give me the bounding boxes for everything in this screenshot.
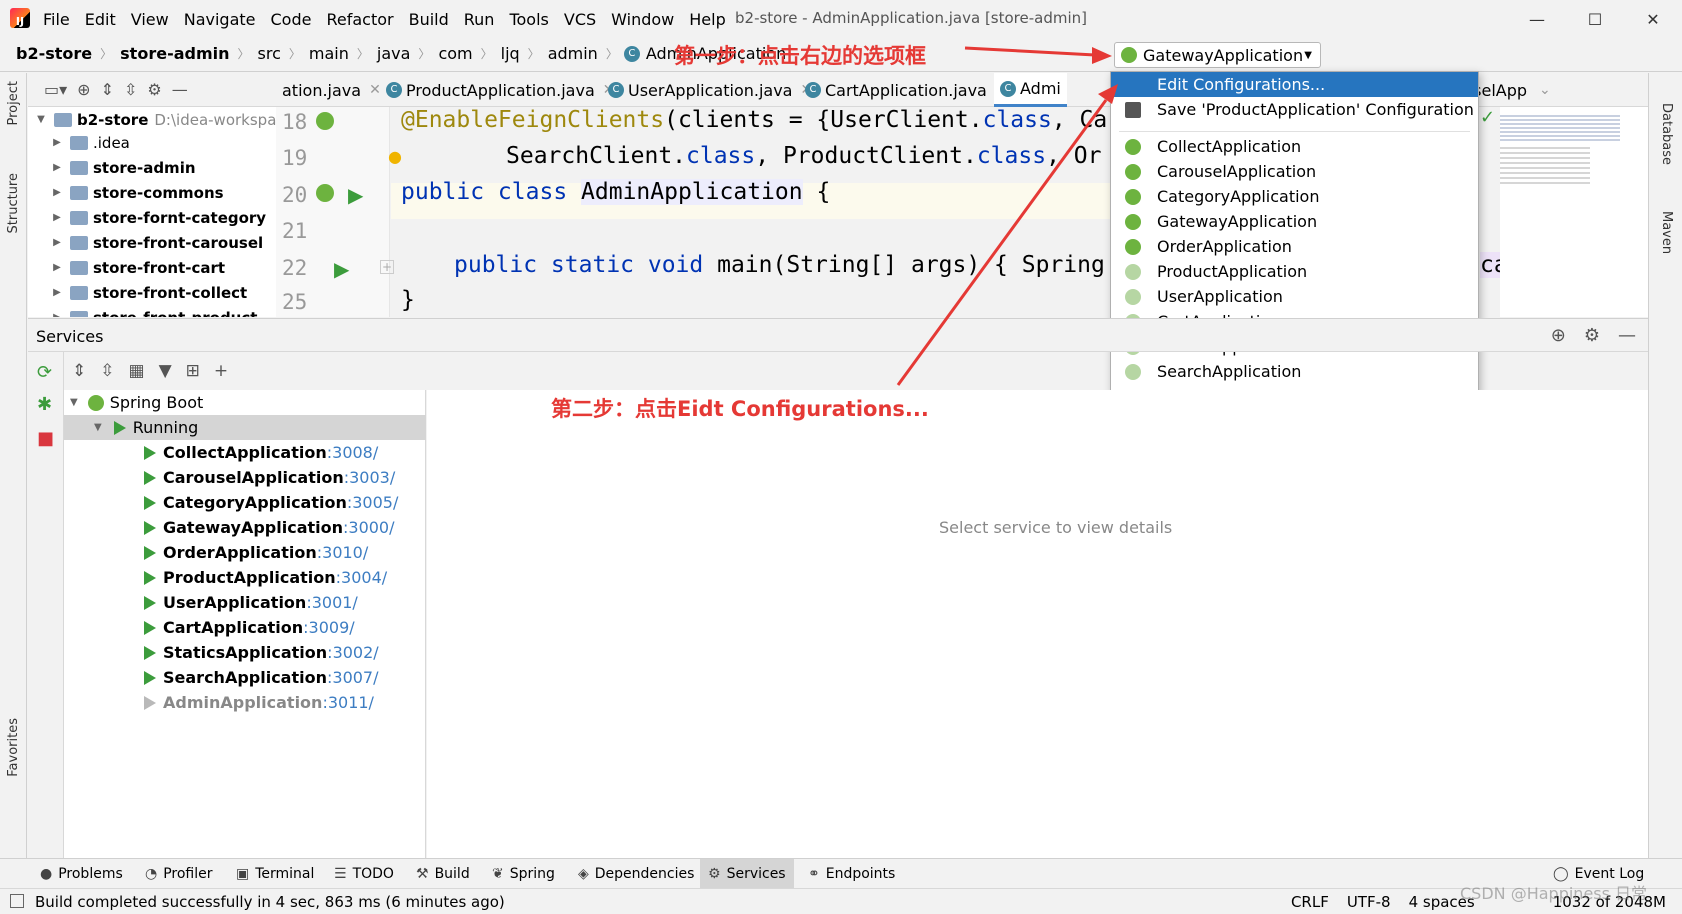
endpoints-icon: ⚭ <box>808 866 820 882</box>
tab-label: Build <box>434 866 470 882</box>
tab-terminal[interactable]: ▣ Terminal <box>236 859 314 889</box>
tab-profiler[interactable]: ◔ Profiler <box>145 859 213 889</box>
tab-build[interactable]: ⚒ Build <box>416 859 470 889</box>
arrow-to-edit-configurations <box>896 84 1118 386</box>
tab-label: Services <box>726 866 786 882</box>
dependencies-icon: ◈ <box>578 866 589 882</box>
todo-icon: ☰ <box>334 866 347 882</box>
tab-endpoints[interactable]: ⚭ Endpoints <box>808 859 895 889</box>
terminal-icon: ▣ <box>236 866 250 882</box>
tab-services[interactable]: ⚙ Services <box>700 859 794 889</box>
hammer-icon: ⚒ <box>416 866 429 882</box>
spring-icon: ❦ <box>492 866 504 882</box>
tab-label: Profiler <box>163 866 213 882</box>
tab-label: Terminal <box>255 866 315 882</box>
tab-label: Dependencies <box>594 866 695 882</box>
tab-problems[interactable]: ● Problems <box>40 859 123 889</box>
tab-dependencies[interactable]: ◈ Dependencies <box>578 859 694 889</box>
tab-label: TODO <box>352 866 394 882</box>
csdn-watermark: CSDN @Happiness 日常 <box>1460 884 1648 903</box>
arrow-to-run-config <box>964 46 1112 64</box>
profiler-icon: ◔ <box>145 866 158 882</box>
problems-icon: ● <box>40 866 53 882</box>
services-icon: ⚙ <box>708 866 721 882</box>
status-bar: Build completed successfully in 4 sec, 8… <box>0 888 1682 914</box>
tab-label: Problems <box>58 866 123 882</box>
encoding-indicator[interactable]: UTF-8 <box>1347 893 1391 911</box>
bottom-tool-tabs: ● Problems ◔ Profiler ▣ Terminal ☰ TODO ⚒ Bui… <box>0 858 1682 889</box>
tab-label: Endpoints <box>825 866 896 882</box>
layout-icon[interactable] <box>10 894 24 908</box>
tab-spring[interactable]: ❦ Spring <box>492 859 555 889</box>
status-message: Build completed successfully in 4 sec, 8… <box>35 893 505 911</box>
tab-label: Spring <box>509 866 555 882</box>
tab-todo[interactable]: ☰ TODO <box>334 859 394 889</box>
line-separator-indicator[interactable]: CRLF <box>1291 893 1329 911</box>
annotation-arrows <box>896 46 1118 386</box>
